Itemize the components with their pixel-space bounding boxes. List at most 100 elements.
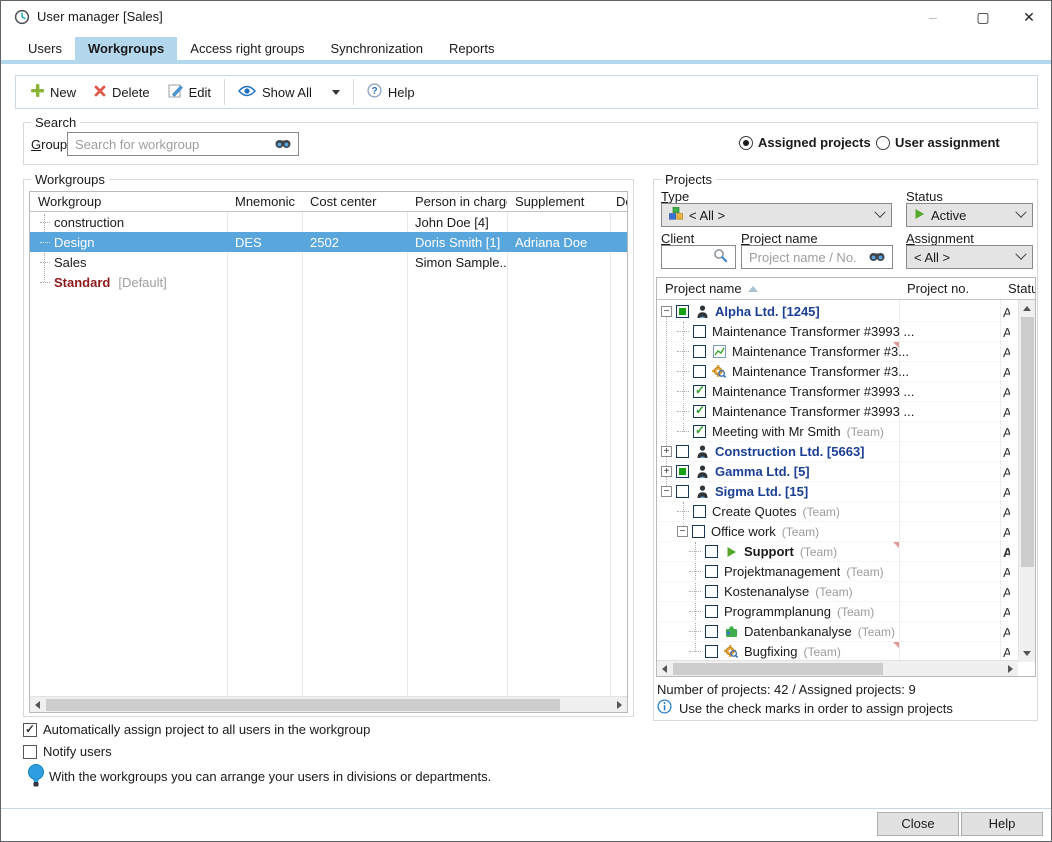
tab-access-right-groups[interactable]: Access right groups — [177, 37, 317, 64]
new-button[interactable]: New — [22, 78, 85, 106]
expand-icon[interactable]: + — [661, 466, 672, 477]
scroll-left-icon[interactable] — [662, 665, 667, 673]
scrollbar-thumb[interactable] — [46, 699, 560, 711]
close-window-button[interactable]: ✕ — [1015, 7, 1043, 27]
checkbox-checked[interactable] — [693, 425, 706, 438]
scroll-left-icon[interactable] — [35, 701, 40, 709]
auto-assign-checkbox[interactable]: Automatically assign project to all user… — [23, 722, 370, 737]
checkbox-checked[interactable] — [693, 385, 706, 398]
tree-row-project[interactable]: Maintenance Transformer #3993 ...Active — [657, 402, 1010, 422]
col-workgroup[interactable]: Workgroup — [30, 192, 227, 211]
close-button[interactable]: Close — [877, 812, 959, 836]
scroll-up-icon[interactable] — [1023, 306, 1031, 311]
workgroup-row-design-selected[interactable]: Design DES 2502 Doris Smith [1] Adriana … — [30, 232, 627, 252]
checkbox-unchecked[interactable] — [705, 545, 718, 558]
tree-row-project[interactable]: Maintenance Transformer #3993 ...Active — [657, 322, 1010, 342]
show-all-dropdown-button[interactable] — [321, 78, 349, 106]
notify-users-checkbox[interactable]: Notify users — [23, 744, 112, 759]
client-search-input[interactable] — [661, 245, 736, 269]
checkbox-checked[interactable] — [693, 405, 706, 418]
col-status[interactable]: Status — [1000, 281, 1035, 296]
status-combobox[interactable]: Active — [906, 203, 1033, 227]
show-all-button[interactable]: Show All — [229, 78, 321, 106]
workgroup-search-input[interactable]: Search for workgroup — [67, 132, 299, 156]
workgroup-row-standard[interactable]: Standard[Default] — [30, 272, 627, 292]
collapse-icon[interactable]: − — [661, 486, 672, 497]
bottom-separator — [1, 808, 1052, 809]
collapse-icon[interactable]: − — [661, 306, 672, 317]
checkbox-unchecked[interactable] — [693, 325, 706, 338]
checkbox-unchecked[interactable] — [705, 585, 718, 598]
checkbox-partial[interactable] — [676, 465, 689, 478]
checkbox-unchecked[interactable] — [676, 445, 689, 458]
checkbox-partial[interactable] — [676, 305, 689, 318]
tree-row-project[interactable]: Bugfixing(Team)Active — [657, 642, 1010, 662]
collapse-icon[interactable]: − — [677, 526, 688, 537]
scroll-right-icon[interactable] — [617, 701, 622, 709]
help-toolbar-button[interactable]: ? Help — [358, 78, 424, 106]
tab-users[interactable]: Users — [15, 37, 75, 64]
type-combobox[interactable]: < All > — [661, 203, 892, 227]
tree-row-client[interactable]: −Alpha Ltd. [1245]Active — [657, 302, 1010, 322]
tree-row-project[interactable]: Create Quotes(Team)Active — [657, 502, 1010, 522]
col-mnemonic[interactable]: Mnemonic — [227, 192, 302, 211]
col-project-name[interactable]: Project name — [657, 281, 899, 296]
checkbox-unchecked[interactable] — [705, 645, 718, 658]
tree-row-project[interactable]: Maintenance Transformer #3...Active — [657, 362, 1010, 382]
title-bar: User manager [Sales] – ▢ ✕ — [1, 1, 1051, 33]
scroll-right-icon[interactable] — [1008, 665, 1013, 673]
workgroups-hscrollbar[interactable] — [30, 696, 627, 712]
col-project-no[interactable]: Project no. — [899, 281, 1000, 296]
scrollbar-thumb[interactable] — [673, 663, 883, 675]
checkbox-unchecked[interactable] — [693, 505, 706, 518]
expand-icon[interactable]: + — [661, 446, 672, 457]
app-clock-icon — [14, 9, 30, 28]
checkbox-unchecked[interactable] — [676, 485, 689, 498]
tab-synchronization[interactable]: Synchronization — [317, 37, 436, 64]
checkbox-unchecked[interactable] — [693, 365, 706, 378]
scroll-down-icon[interactable] — [1023, 651, 1031, 656]
puzzle-icon — [724, 625, 738, 638]
chevron-down-icon — [1015, 207, 1026, 218]
project-name-input[interactable]: Project name / No. — [741, 245, 893, 269]
tree-row-project[interactable]: Projektmanagement(Team)Active — [657, 562, 1010, 582]
checkbox-unchecked[interactable] — [705, 605, 718, 618]
tab-workgroups[interactable]: Workgroups — [75, 37, 177, 64]
col-cost-center[interactable]: Cost center — [302, 192, 407, 211]
user-assignment-radio[interactable]: User assignment — [876, 135, 1000, 150]
col-supplement[interactable]: Supplement — [507, 192, 610, 211]
type-label: Type — [661, 189, 689, 204]
tree-row-project[interactable]: Kostenanalyse(Team)Active — [657, 582, 1010, 602]
checkbox-unchecked[interactable] — [693, 345, 706, 358]
workgroup-row-construction[interactable]: construction John Doe [4] — [30, 212, 627, 232]
tree-row-project[interactable]: Maintenance Transformer #3993 ...Active — [657, 382, 1010, 402]
assignment-combobox[interactable]: < All > — [906, 245, 1033, 269]
tab-reports[interactable]: Reports — [436, 37, 508, 64]
assigned-projects-radio[interactable]: Assigned projects — [739, 135, 871, 150]
tree-hscrollbar[interactable] — [657, 660, 1018, 676]
delete-button[interactable]: Delete — [85, 78, 159, 106]
col-description[interactable]: Description — [610, 192, 627, 211]
minimize-button[interactable]: – — [919, 7, 947, 27]
tree-row-client[interactable]: −Sigma Ltd. [15]Active — [657, 482, 1010, 502]
tree-row-project[interactable]: Support(Team)Active — [657, 542, 1010, 562]
tree-row-project[interactable]: Meeting with Mr Smith(Team)Active — [657, 422, 1010, 442]
checkbox-unchecked[interactable] — [692, 525, 705, 538]
tree-row-client[interactable]: +Construction Ltd. [5663]Active — [657, 442, 1010, 462]
checkbox-unchecked[interactable] — [705, 565, 718, 578]
help-button[interactable]: Help — [961, 812, 1043, 836]
tree-row-project[interactable]: Programmplanung(Team)Active — [657, 602, 1010, 622]
checkbox-unchecked[interactable] — [705, 625, 718, 638]
maximize-button[interactable]: ▢ — [969, 7, 997, 27]
workgroup-row-sales[interactable]: Sales Simon Sample... — [30, 252, 627, 272]
client-person-icon — [695, 445, 709, 458]
col-person-in-charge[interactable]: Person in charge — [407, 192, 507, 211]
tree-row-project[interactable]: −Office work(Team)Active — [657, 522, 1010, 542]
toolbar: New Delete Edit Show All ? Help — [15, 75, 1038, 109]
edit-button[interactable]: Edit — [159, 78, 220, 106]
tree-vscrollbar[interactable] — [1018, 300, 1035, 662]
tree-row-project[interactable]: Maintenance Transformer #3...Active — [657, 342, 1010, 362]
tree-row-project[interactable]: Datenbankanalyse(Team)Active — [657, 622, 1010, 642]
tree-row-client[interactable]: +Gamma Ltd. [5]Active — [657, 462, 1010, 482]
scrollbar-thumb[interactable] — [1021, 317, 1034, 567]
